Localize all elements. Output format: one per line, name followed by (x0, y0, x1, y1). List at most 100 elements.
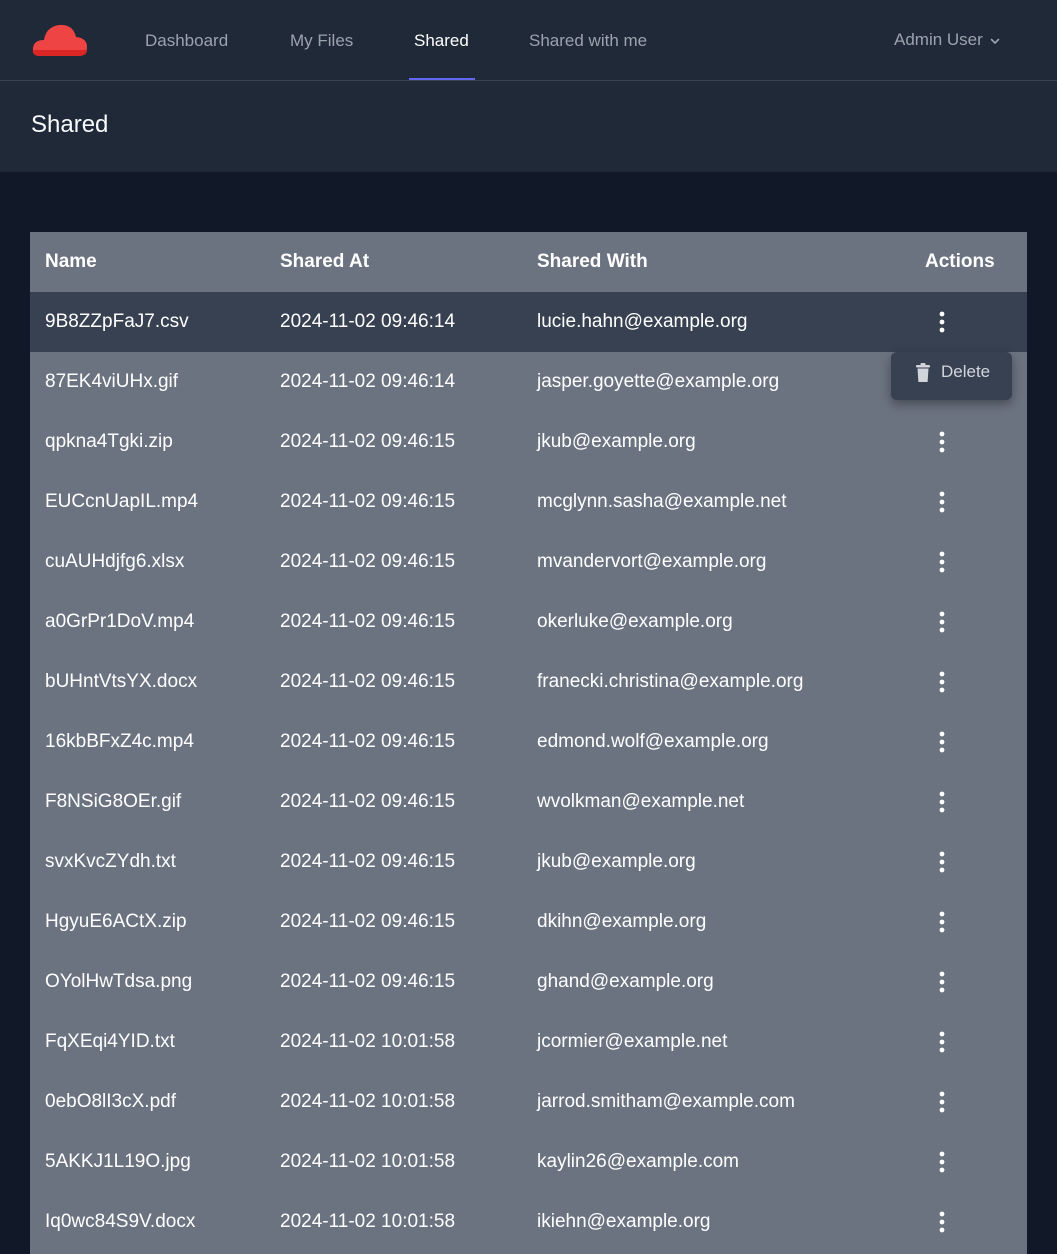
row-actions-button[interactable] (929, 967, 955, 997)
table-row[interactable]: qpkna4Tgki.zip 2024-11-02 09:46:15 jkub@ex… (30, 412, 1027, 472)
row-actions-button[interactable] (929, 667, 955, 697)
shared-with-cell: jkub@example.org (537, 851, 696, 872)
table-row[interactable]: cuAUHdjfg6.xlsx 2024-11-02 09:46:15 mvande… (30, 532, 1027, 592)
file-name-cell: Iq0wc84S9V.docx (45, 1211, 196, 1232)
table-row[interactable]: OYolHwTdsa.png 2024-11-02 09:46:15 ghand@e… (30, 952, 1027, 1012)
shared-at-cell: 2024-11-02 09:46:14 (280, 311, 456, 332)
table-row[interactable]: Iq0wc84S9V.docx 2024-11-02 10:01:58 ikiehn… (30, 1192, 1027, 1252)
table-row[interactable]: svxKvcZYdh.txt 2024-11-02 09:46:15 jkub@ex… (30, 832, 1027, 892)
page-header: Shared (0, 81, 1057, 172)
table-row[interactable]: 0ebO8lI3cX.pdf 2024-11-02 10:01:58 jarrod.… (30, 1072, 1027, 1132)
user-name: Admin User (894, 30, 983, 49)
table-row[interactable]: FqXEqi4YID.txt 2024-11-02 10:01:58 jcormie… (30, 1012, 1027, 1072)
file-name-cell: OYolHwTdsa.png (45, 971, 193, 992)
nav-link-my-files[interactable]: My Files (290, 0, 353, 81)
file-name-cell: 0ebO8lI3cX.pdf (45, 1091, 176, 1112)
shared-at-cell: 2024-11-02 09:46:15 (280, 431, 456, 452)
row-actions-button[interactable] (929, 727, 955, 757)
cloud-logo-icon[interactable] (32, 19, 88, 59)
file-name-cell: a0GrPr1DoV.mp4 (45, 611, 195, 632)
shared-with-cell: lucie.hahn@example.org (537, 311, 748, 332)
shared-with-cell: jkub@example.org (537, 431, 696, 452)
file-name-cell: svxKvcZYdh.txt (45, 851, 176, 872)
shared-at-cell: 2024-11-02 09:46:15 (280, 611, 456, 632)
kebab-menu-icon (939, 311, 945, 333)
row-actions-button[interactable] (929, 787, 955, 817)
table-row[interactable]: EUCcnUapIL.mp4 2024-11-02 09:46:15 mcglynn… (30, 472, 1027, 532)
row-actions-button[interactable] (929, 1027, 955, 1057)
active-tab-indicator (409, 78, 475, 80)
file-name-cell: F8NSiG8OEr.gif (45, 791, 182, 812)
nav-link-dashboard[interactable]: Dashboard (145, 0, 228, 81)
file-name-cell: qpkna4Tgki.zip (45, 431, 173, 452)
column-header-name: Name (45, 251, 97, 272)
table-row[interactable]: F8NSiG8OEr.gif 2024-11-02 09:46:15 wvolkma… (30, 772, 1027, 832)
row-actions-button[interactable] (929, 547, 955, 577)
shared-with-cell: ghand@example.org (537, 971, 714, 992)
shared-files-table: Name Shared At Shared With Actions 9B8ZZ… (30, 232, 1027, 1254)
shared-with-cell: dkihn@example.org (537, 911, 707, 932)
file-name-cell: EUCcnUapIL.mp4 (45, 491, 199, 512)
shared-at-cell: 2024-11-02 10:01:58 (280, 1031, 456, 1052)
table-row[interactable]: 16kbBFxZ4c.mp4 2024-11-02 09:46:15 edmond.… (30, 712, 1027, 772)
column-header-shared-with: Shared With (537, 251, 648, 272)
shared-with-cell: kaylin26@example.com (537, 1151, 739, 1172)
kebab-menu-icon (939, 1031, 945, 1053)
row-actions-button[interactable] (929, 907, 955, 937)
kebab-menu-icon (939, 611, 945, 633)
chevron-down-icon (990, 38, 1000, 44)
row-actions-button[interactable] (929, 847, 955, 877)
file-name-cell: FqXEqi4YID.txt (45, 1031, 175, 1052)
table-row[interactable]: HgyuE6ACtX.zip 2024-11-02 09:46:15 dkihn@e… (30, 892, 1027, 952)
shared-at-cell: 2024-11-02 09:46:15 (280, 851, 456, 872)
page-title: Shared (31, 111, 109, 138)
row-actions-button[interactable] (929, 1147, 955, 1177)
shared-at-cell: 2024-11-02 10:01:58 (280, 1211, 456, 1232)
row-actions-button[interactable] (929, 307, 955, 337)
table-row[interactable]: 87EK4viUHx.gif 2024-11-02 09:46:14 jasper.… (30, 352, 1027, 412)
table-row[interactable]: bUHntVtsYX.docx 2024-11-02 09:46:15 franec… (30, 652, 1027, 712)
column-header-shared-at: Shared At (280, 251, 370, 272)
kebab-menu-icon (939, 491, 945, 513)
kebab-menu-icon (939, 431, 945, 453)
file-name-cell: 5AKKJ1L19O.jpg (45, 1151, 191, 1172)
shared-with-cell: jcormier@example.net (537, 1031, 728, 1052)
kebab-menu-icon (939, 791, 945, 813)
user-menu-button[interactable]: Admin User (894, 0, 1001, 81)
delete-menu-item[interactable]: Delete (941, 352, 990, 392)
shared-with-cell: jasper.goyette@example.org (537, 371, 780, 392)
kebab-menu-icon (939, 1211, 945, 1233)
kebab-menu-icon (939, 671, 945, 693)
row-actions-button[interactable] (929, 427, 955, 457)
table-row[interactable]: a0GrPr1DoV.mp4 2024-11-02 09:46:15 okerluk… (30, 592, 1027, 652)
file-name-cell: 16kbBFxZ4c.mp4 (45, 731, 194, 752)
table-row[interactable]: 5AKKJ1L19O.jpg 2024-11-02 10:01:58 kaylin2… (30, 1132, 1027, 1192)
shared-at-cell: 2024-11-02 09:46:15 (280, 551, 456, 572)
shared-at-cell: 2024-11-02 10:01:58 (280, 1091, 456, 1112)
shared-at-cell: 2024-11-02 09:46:15 (280, 491, 456, 512)
nav-link-shared[interactable]: Shared (414, 0, 469, 81)
table-header: Name Shared At Shared With Actions (30, 232, 1027, 292)
table-row[interactable]: 9B8ZZpFaJ7.csv 2024-11-02 09:46:14 lucie.h… (30, 292, 1027, 352)
file-name-cell: 9B8ZZpFaJ7.csv (45, 311, 189, 332)
row-actions-button[interactable] (929, 1207, 955, 1237)
row-actions-button[interactable] (929, 607, 955, 637)
shared-with-cell: mvandervort@example.org (537, 551, 767, 572)
shared-with-cell: ikiehn@example.org (537, 1211, 711, 1232)
column-header-actions: Actions (925, 251, 995, 272)
shared-with-cell: edmond.wolf@example.org (537, 731, 769, 752)
kebab-menu-icon (939, 911, 945, 933)
shared-at-cell: 2024-11-02 09:46:15 (280, 671, 456, 692)
shared-with-cell: wvolkman@example.net (537, 791, 745, 812)
shared-with-cell: okerluke@example.org (537, 611, 733, 632)
row-actions-button[interactable] (929, 487, 955, 517)
file-name-cell: cuAUHdjfg6.xlsx (45, 551, 185, 572)
shared-with-cell: franecki.christina@example.org (537, 671, 804, 692)
file-name-cell: bUHntVtsYX.docx (45, 671, 198, 692)
row-actions-button[interactable] (929, 1087, 955, 1117)
row-actions-dropdown[interactable]: Delete (891, 352, 1012, 400)
nav-link-shared-with-me[interactable]: Shared with me (529, 0, 647, 81)
file-name-cell: HgyuE6ACtX.zip (45, 911, 187, 932)
kebab-menu-icon (939, 1091, 945, 1113)
top-navbar: Dashboard My Files Shared Shared with me… (0, 0, 1057, 81)
